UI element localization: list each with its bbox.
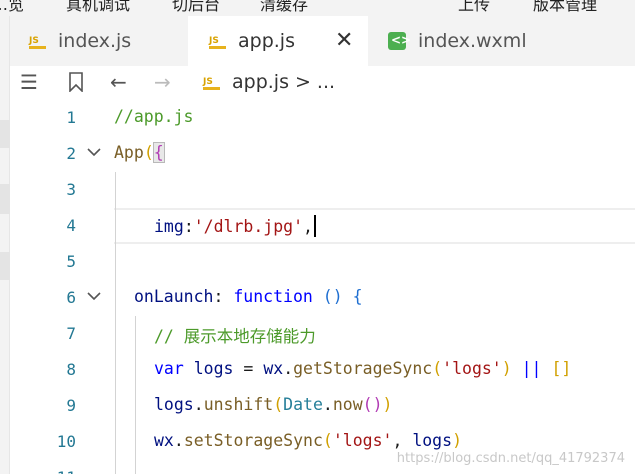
- js-file-icon: JS: [202, 74, 222, 90]
- bookmark-icon[interactable]: [68, 70, 84, 94]
- menu-item-clear-cache[interactable]: 清缓存: [260, 0, 308, 15]
- tab-index-wxml[interactable]: <> index.wxml: [368, 16, 562, 66]
- line-number: 7: [66, 324, 76, 343]
- menu-item-upload[interactable]: 上传: [458, 0, 490, 15]
- left-panel-row: [0, 252, 10, 280]
- code-line: 7 // 展示本地存储能力: [10, 316, 635, 352]
- code-line: 3: [10, 172, 635, 208]
- tab-label: app.js: [238, 30, 295, 52]
- tab-index-js[interactable]: JS index.js: [28, 16, 188, 66]
- left-panel-edge: [0, 16, 10, 474]
- code-line: 8 var logs = wx.getStorageSync('logs') |…: [10, 352, 635, 388]
- code-text: // 展示本地存储能力: [154, 327, 316, 346]
- code-text: App({: [114, 142, 165, 163]
- line-number: 2: [66, 144, 76, 163]
- line-number: 1: [66, 108, 76, 127]
- line-number: 6: [66, 288, 76, 307]
- code-line: 6 onLaunch: function () {: [10, 280, 635, 316]
- code-text: img:'/dlrb.jpg',: [154, 215, 316, 237]
- watermark-text: https://blog.csdn.net/qq_41792374: [396, 451, 625, 466]
- line-number: 11: [30, 468, 76, 474]
- line-number: 5: [66, 252, 76, 271]
- tab-label: index.js: [58, 30, 132, 52]
- code-line: 9 logs.unshift(Date.now()): [10, 388, 635, 424]
- top-menubar: …览 真机调试 切后台 清缓存 上传 版本管理: [0, 0, 635, 16]
- fold-chevron-icon[interactable]: [87, 286, 101, 305]
- line-number: 3: [66, 180, 76, 199]
- left-panel-selected-row: [0, 120, 10, 148]
- breadcrumb-more[interactable]: ...: [317, 71, 335, 93]
- code-text: //app.js: [114, 107, 194, 126]
- code-text: var logs = wx.getStorageSync('logs') || …: [154, 359, 572, 378]
- js-file-icon: JS: [28, 33, 48, 49]
- breadcrumb-separator: >: [294, 71, 311, 93]
- wxml-file-icon: <>: [388, 32, 411, 50]
- line-number: 9: [66, 396, 76, 415]
- breadcrumb: JS app.js > ...: [202, 71, 335, 93]
- code-text: logs.unshift(Date.now()): [154, 395, 393, 414]
- js-file-icon: JS: [208, 33, 228, 49]
- tab-label: index.wxml: [418, 30, 527, 52]
- close-icon[interactable]: ✕: [335, 30, 353, 52]
- code-text: onLaunch: function () {: [134, 287, 363, 306]
- line-number: 4: [66, 216, 76, 235]
- code-line: 5: [10, 244, 635, 280]
- back-arrow-icon[interactable]: ←: [110, 70, 127, 94]
- code-line: 4 img:'/dlrb.jpg',: [10, 208, 635, 244]
- menu-item-version-management[interactable]: 版本管理: [533, 0, 597, 15]
- outline-list-icon[interactable]: ☰: [20, 70, 38, 94]
- line-number: 10: [56, 432, 76, 451]
- forward-arrow-icon[interactable]: →: [154, 70, 171, 94]
- fold-chevron-icon[interactable]: [87, 142, 101, 161]
- menu-item-background[interactable]: 切后台: [172, 0, 220, 15]
- left-panel-row: [0, 184, 10, 214]
- menu-item-device-debug[interactable]: 真机调试: [66, 0, 130, 15]
- code-line: 1 //app.js: [10, 100, 635, 136]
- editor-tab-bar: JS index.js JS app.js ✕ <> index.wxml: [10, 16, 635, 66]
- tab-app-js[interactable]: JS app.js ✕: [188, 16, 368, 66]
- line-number: 8: [66, 360, 76, 379]
- editor-toolbar: ☰ ← → JS app.js > ...: [10, 66, 635, 100]
- code-editor[interactable]: 1 //app.js 2 App({ 3 4 img:'/dlrb.jpg', …: [10, 100, 635, 474]
- text-caret: [313, 215, 316, 237]
- code-text: wx.setStorageSync('logs', logs): [154, 431, 462, 450]
- code-line: 2 App({: [10, 136, 635, 172]
- breadcrumb-file[interactable]: app.js: [232, 71, 289, 93]
- menu-item-preview[interactable]: …览: [0, 0, 24, 15]
